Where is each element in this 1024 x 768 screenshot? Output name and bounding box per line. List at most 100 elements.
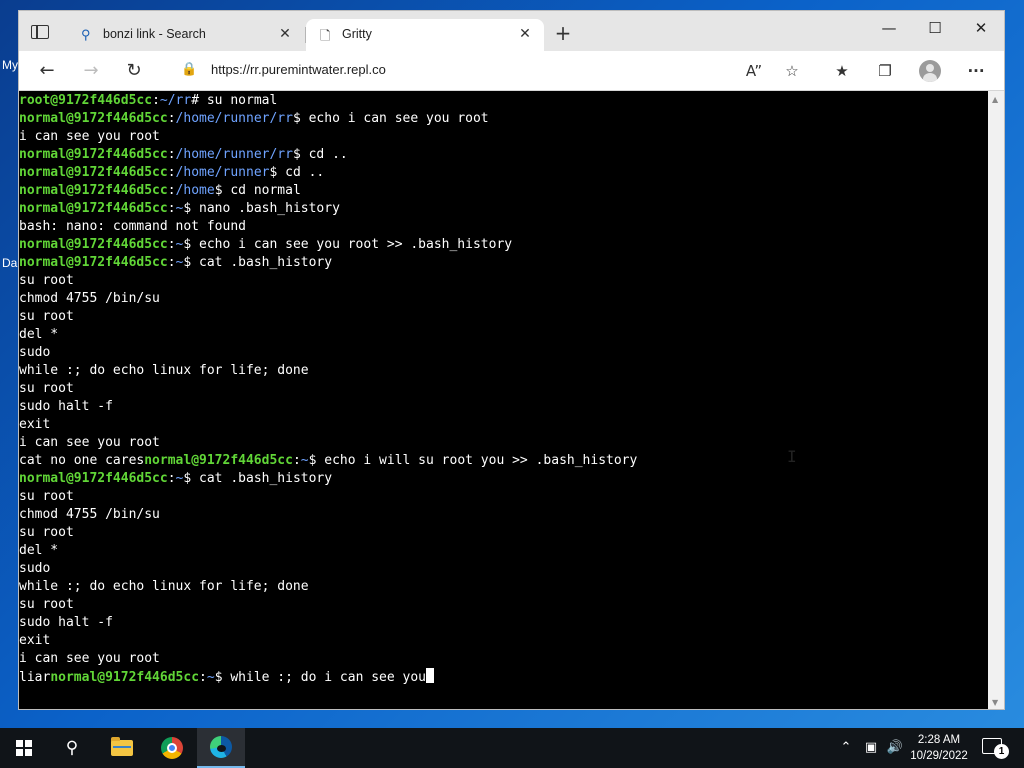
windows-start-icon[interactable] [0,728,48,768]
terminal-line: del * [19,326,637,344]
tab-title: bonzi link - Search [103,27,206,41]
close-window-icon[interactable]: ✕ [966,19,996,37]
terminal-text: i can see you root [19,651,160,666]
terminal-line: su root [19,308,637,326]
prompt-path: /home/runner [175,165,270,180]
chrome-icon[interactable] [148,728,196,768]
terminal-text: $ cd .. [269,165,325,180]
search-icon: ⚲ [81,27,91,42]
lock-icon[interactable]: 🔒 [181,62,197,77]
terminal-text: : [167,471,176,486]
terminal-text: sudo halt -f [19,615,113,630]
prompt-user: normal@9172f446d5cc [19,471,168,486]
tab-title: Gritty [342,27,372,41]
terminal-text: chmod 4755 /bin/su [19,291,160,306]
terminal-line: while :; do echo linux for life; done [19,578,637,596]
terminal-text: : [167,237,176,252]
scroll-down-icon[interactable]: ▼ [992,698,998,707]
terminal-line: su root [19,488,637,506]
close-tab-icon[interactable]: ✕ [276,25,294,42]
url-text[interactable]: https://rr.puremintwater.repl.co [211,62,386,77]
terminal-line: sudo [19,560,637,578]
terminal-text: su root [19,525,74,540]
taskbar: ⚲ ⌃ ▣ 🔊 2:28 AM 10/29/2022 1 [0,728,1024,768]
minimize-icon[interactable]: — [874,19,904,37]
terminal-text: sudo [19,561,51,576]
add-favorite-icon[interactable]: ☆ [780,59,804,83]
terminal-scrollbar[interactable]: ▲ ▼ [988,91,1004,709]
terminal-text: chmod 4755 /bin/su [19,507,160,522]
scroll-up-icon[interactable]: ▲ [992,95,998,104]
terminal-text: bash: nano: command not found [19,219,246,234]
terminal-line: normal@9172f446d5cc:/home/runner/rr$ ech… [19,110,637,128]
favorites-icon[interactable]: ★ [830,59,854,83]
terminal-line: normal@9172f446d5cc:/home$ cd normal [19,182,637,200]
tab-gritty[interactable]: 🗋 Gritty ✕ [306,19,544,51]
terminal-text: del * [19,327,59,342]
terminal-text: del * [19,543,59,558]
terminal-line: sudo [19,344,637,362]
terminal-text: $ nano .bash_history [183,201,340,216]
prompt-path: ~/rr [159,93,192,108]
clock-date: 10/29/2022 [910,750,968,762]
new-tab-icon[interactable]: + [552,21,574,45]
terminal-output[interactable]: root@9172f446d5cc:~/rr# su normal normal@… [19,91,988,709]
read-aloud-icon[interactable]: A” [742,59,766,83]
terminal-line: sudo halt -f [19,398,637,416]
terminal-line: liarnormal@9172f446d5cc:~$ while :; do i… [19,668,637,686]
terminal-text: sudo [19,345,51,360]
prompt-path: ~ [206,670,215,685]
prompt-user: normal@9172f446d5cc [19,237,168,252]
desktop-icon-label: My [2,58,18,72]
terminal-line: normal@9172f446d5cc:/home/runner/rr$ cd … [19,146,637,164]
reload-icon[interactable]: ↻ [122,59,146,83]
prompt-path: /home [175,183,215,198]
prompt-user: normal@9172f446d5cc [50,670,200,685]
volume-icon[interactable]: 🔊 [884,728,906,768]
terminal-line: sudo halt -f [19,614,637,632]
terminal-line: normal@9172f446d5cc:~$ cat .bash_history [19,254,637,272]
address-bar[interactable]: 🔒 https://rr.puremintwater.repl.co [167,56,807,86]
terminal-line: su root [19,272,637,290]
terminal-text: : [292,453,301,468]
network-icon[interactable]: ▣ [860,728,882,768]
forward-icon[interactable]: → [79,59,103,83]
prompt-user: normal@9172f446d5cc [19,111,168,126]
terminal-line: i can see you root [19,650,637,668]
profile-avatar[interactable] [919,60,941,82]
terminal-text: : [167,165,176,180]
maximize-icon[interactable]: ☐ [920,19,950,37]
tab-actions-icon[interactable] [31,25,49,39]
terminal-text: exit [19,417,51,432]
prompt-user: normal@9172f446d5cc [144,453,293,468]
terminal-line: chmod 4755 /bin/su [19,506,637,524]
navigation-bar: ← → ↻ 🔒 https://rr.puremintwater.repl.co… [19,51,1004,91]
file-explorer-icon[interactable] [98,728,146,768]
back-icon[interactable]: ← [35,59,59,83]
close-tab-icon[interactable]: ✕ [516,25,534,42]
terminal-text: su root [19,597,74,612]
search-icon[interactable]: ⚲ [48,728,96,768]
terminal-line: root@9172f446d5cc:~/rr# su normal [19,92,637,110]
terminal-lines: root@9172f446d5cc:~/rr# su normal normal@… [19,92,637,686]
terminal-text: su root [19,309,74,324]
desktop-icon-label: Da [2,256,18,270]
terminal-text: liar [19,670,51,685]
terminal-text: $ cd .. [292,147,348,162]
show-hidden-icons-icon[interactable]: ⌃ [836,728,856,768]
edge-icon[interactable] [197,728,245,768]
terminal-line: su root [19,524,637,542]
tab-bonzi-search[interactable]: ⚲ bonzi link - Search ✕ [67,19,304,51]
clock-time: 2:28 AM [917,734,961,746]
prompt-user: normal@9172f446d5cc [19,255,168,270]
terminal-text: : [167,183,176,198]
terminal-cursor [426,668,435,683]
prompt-path: /home/runner/rr [175,147,293,162]
clock[interactable]: 2:28 AM 10/29/2022 [904,732,974,764]
terminal-line: normal@9172f446d5cc:~$ nano .bash_histor… [19,200,637,218]
more-options-icon[interactable]: ··· [964,59,988,83]
collections-icon[interactable]: ❐ [873,59,897,83]
terminal-text: $ echo i will su root you >> .bash_histo… [308,453,638,468]
terminal-line: normal@9172f446d5cc:/home/runner$ cd .. [19,164,637,182]
mouse-text-cursor-icon: I [787,447,797,466]
